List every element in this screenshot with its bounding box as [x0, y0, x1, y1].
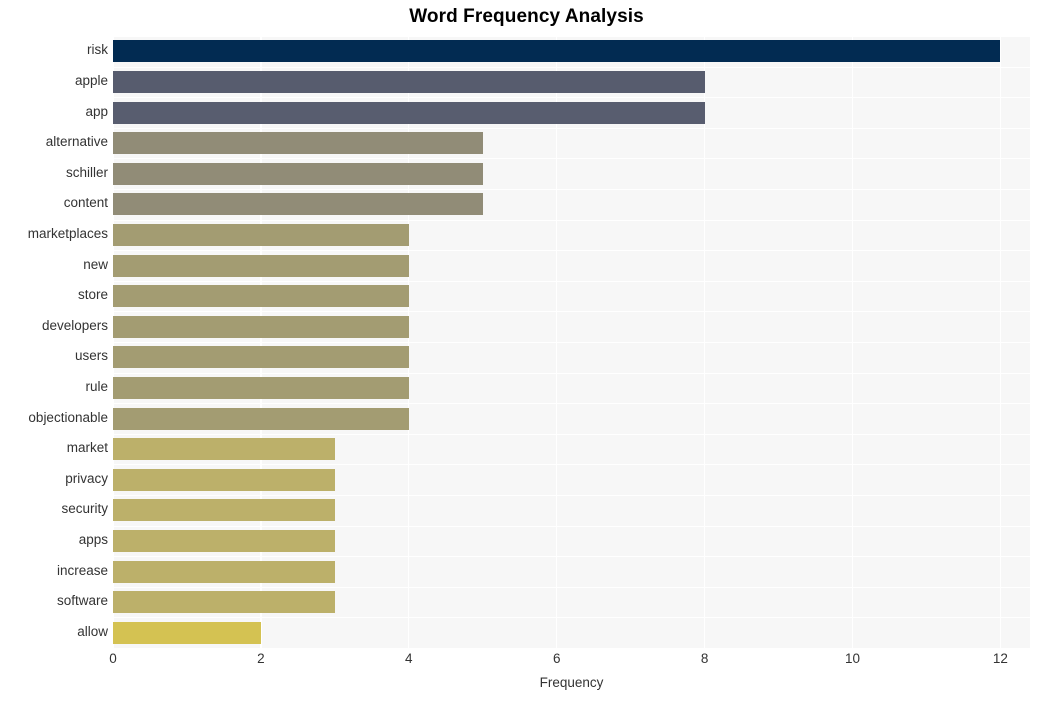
gridline-horizontal	[113, 36, 1030, 37]
x-tick-label-0: 0	[109, 651, 117, 666]
x-tick-label-4: 4	[405, 651, 413, 666]
bar-developers	[113, 315, 409, 338]
gridline-horizontal	[113, 220, 1030, 221]
y-tick-label-allow: allow	[77, 623, 108, 639]
y-tick-label-store: store	[77, 287, 108, 303]
bar-marketplaces	[113, 223, 409, 246]
y-tick-label-marketplaces: marketplaces	[27, 225, 108, 241]
gridline-horizontal	[113, 281, 1030, 282]
bar-allow	[113, 621, 261, 644]
y-tick-label-software: software	[56, 593, 108, 609]
bar-app	[113, 101, 705, 124]
gridline-horizontal	[113, 373, 1030, 374]
y-tick-label-schiller: schiller	[65, 164, 108, 180]
bar-new	[113, 254, 409, 277]
bar-market	[113, 438, 335, 461]
bar-users	[113, 346, 409, 369]
gridline-horizontal	[113, 342, 1030, 343]
bar-content	[113, 193, 483, 216]
plot-area	[113, 36, 1030, 648]
gridline-horizontal	[113, 158, 1030, 159]
y-tick-label-users: users	[74, 348, 108, 364]
gridline-horizontal	[113, 464, 1030, 465]
bar-rule	[113, 376, 409, 399]
gridline-horizontal	[113, 617, 1030, 618]
bar-schiller	[113, 162, 483, 185]
gridline-horizontal	[113, 556, 1030, 557]
bar-software	[113, 591, 335, 614]
y-tick-label-security: security	[61, 501, 108, 517]
bar-objectionable	[113, 407, 409, 430]
page-title: Word Frequency Analysis	[409, 6, 644, 27]
gridline-horizontal	[113, 434, 1030, 435]
gridline-horizontal	[113, 587, 1030, 588]
bar-store	[113, 285, 409, 308]
y-tick-label-market: market	[66, 440, 108, 456]
y-tick-label-increase: increase	[56, 562, 108, 578]
gridline-horizontal	[113, 495, 1030, 496]
y-tick-label-risk: risk	[87, 42, 108, 58]
gridline-horizontal	[113, 128, 1030, 129]
x-tick-label-10: 10	[845, 651, 861, 666]
x-tick-label-2: 2	[257, 651, 265, 666]
x-axis-tick-labels: 0 2 4 6 8 10 12	[109, 651, 1030, 673]
bar-privacy	[113, 468, 335, 491]
bar-increase	[113, 560, 335, 583]
word-frequency-chart-figure: Word Frequency Analysis risk apple app alte…	[0, 0, 1053, 701]
bar-alternative	[113, 132, 483, 155]
gridline-horizontal	[113, 526, 1030, 527]
y-axis-tick-labels: risk apple app alternative schiller content ma…	[0, 36, 108, 648]
bar-security	[113, 499, 335, 522]
bar-apps	[113, 529, 335, 552]
gridline-horizontal	[113, 311, 1030, 312]
y-tick-label-new: new	[83, 256, 108, 272]
gridline-horizontal	[113, 403, 1030, 404]
gridline-horizontal	[113, 67, 1030, 68]
x-tick-label-12: 12	[992, 651, 1008, 666]
y-tick-label-alternative: alternative	[45, 134, 108, 150]
y-tick-label-content: content	[63, 195, 108, 211]
bar-apple	[113, 70, 705, 93]
y-tick-label-rule: rule	[85, 378, 108, 394]
y-tick-label-apple: apple	[74, 72, 108, 88]
x-axis-title: Frequency	[539, 675, 604, 690]
gridline-horizontal	[113, 250, 1030, 251]
y-tick-label-app: app	[85, 103, 108, 119]
bar-risk	[113, 40, 1001, 63]
y-tick-label-privacy: privacy	[65, 470, 108, 486]
x-tick-label-6: 6	[552, 651, 561, 666]
gridline-horizontal	[113, 189, 1030, 190]
gridline-horizontal	[113, 97, 1030, 98]
x-tick-label-8: 8	[700, 651, 709, 666]
y-tick-label-objectionable: objectionable	[28, 409, 108, 425]
y-tick-label-apps: apps	[78, 531, 108, 547]
y-tick-label-developers: developers	[41, 317, 108, 333]
